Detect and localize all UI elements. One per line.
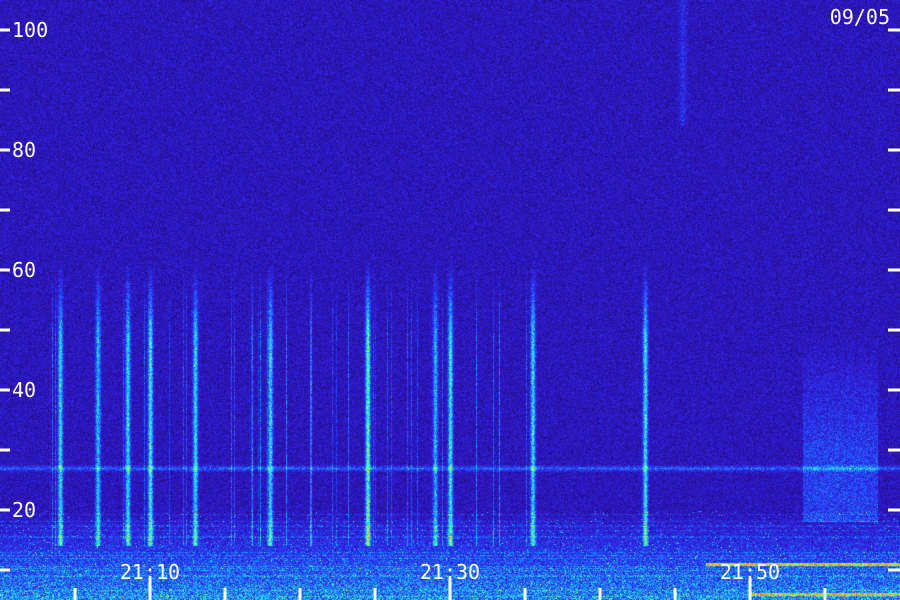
y-tick-label: 20 [12,498,36,522]
x-tick-label: 21:30 [420,560,480,584]
spectrogram-chart: 100 80 60 40 20 21:10 21:30 21:50 09/05 [0,0,900,600]
y-tick-label: 100 [12,18,48,42]
x-tick-label: 21:10 [120,560,180,584]
y-tick-label: 60 [12,258,36,282]
date-label: 09/05 [830,5,890,29]
x-tick-label: 21:50 [720,560,780,584]
y-axis: 100 80 60 40 20 [0,18,900,572]
y-tick-label: 80 [12,138,36,162]
x-axis: 21:10 21:30 21:50 [73,560,827,600]
axis-overlay: 100 80 60 40 20 21:10 21:30 21:50 09/05 [0,5,900,600]
y-tick-label: 40 [12,378,36,402]
